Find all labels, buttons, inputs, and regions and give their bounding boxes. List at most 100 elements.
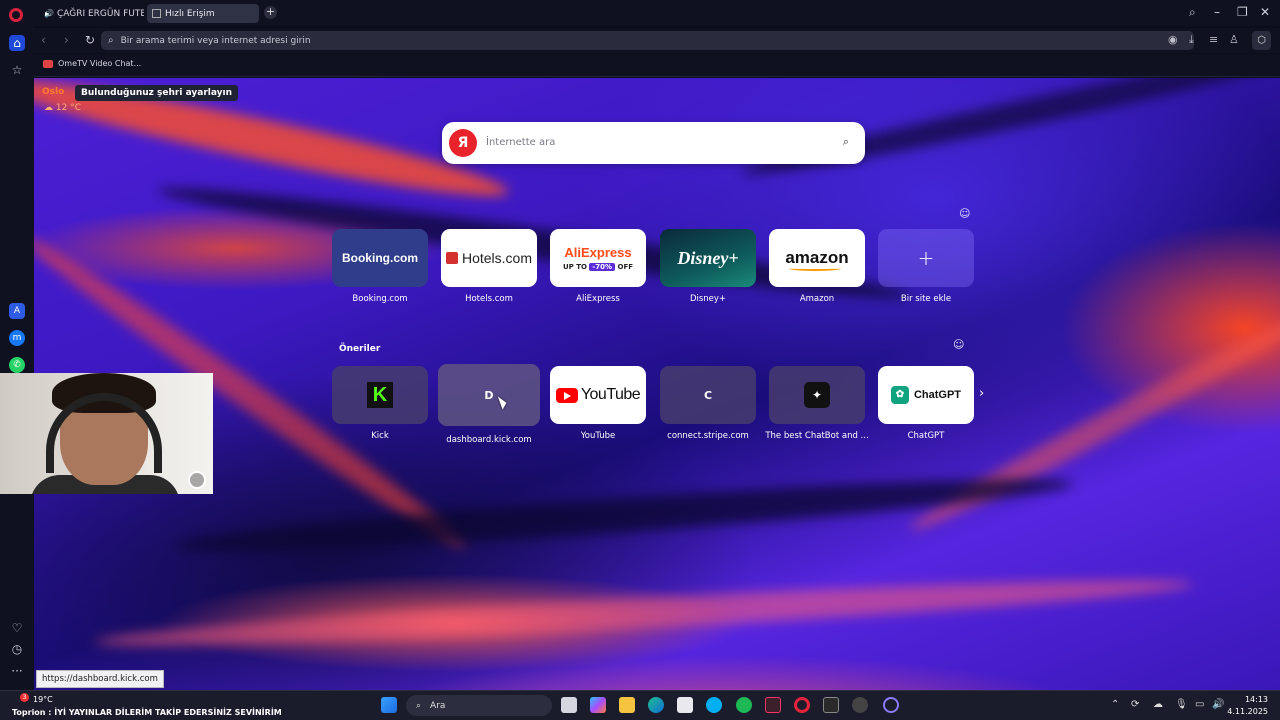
taskbar: 3 19°C Toprion : İYİ YAYINLAR DİLERİM TA… (0, 690, 1280, 720)
reload-icon[interactable]: ↻ (85, 33, 95, 47)
account-icon[interactable]: ♙ (1229, 33, 1239, 46)
store-icon[interactable] (677, 697, 693, 713)
status-url: https://dashboard.kick.com (36, 670, 164, 688)
search-box[interactable]: Я İnternette ara ⌕ (442, 122, 865, 164)
taskbar-weather[interactable]: 19°C (33, 695, 53, 704)
opera-taskbar-icon[interactable] (794, 697, 810, 713)
speed-dial-disney[interactable]: Disney+ (660, 229, 756, 287)
grid-icon (152, 9, 161, 18)
promo-right: OFF (617, 263, 634, 271)
extensions-icon[interactable]: ⬡ (1252, 31, 1271, 50)
camera-icon[interactable]: ◉ (1168, 33, 1178, 46)
smiley-icon[interactable]: ☺ (959, 207, 970, 220)
letter-d-icon: D (484, 388, 494, 402)
suggestion-chatbot[interactable]: ✦ (769, 366, 865, 424)
speed-dial-amazon[interactable]: amazon (769, 229, 865, 287)
hotels-logo-text: Hotels.com (461, 250, 533, 266)
speed-dial-aliexpress[interactable]: AliExpress UP TO -70% OFF (550, 229, 646, 287)
windows-start-icon[interactable] (381, 697, 397, 713)
cortana-icon[interactable] (883, 697, 899, 713)
tab-speed-dial[interactable]: Hızlı Erişim (147, 4, 259, 23)
new-tab-button[interactable]: + (264, 6, 277, 19)
address-placeholder: Bir arama terimi veya internet adresi gi… (120, 35, 311, 46)
messenger-icon[interactable]: m (9, 330, 25, 346)
suggestion-label: The best ChatBot and ... (765, 431, 869, 441)
download-icon[interactable]: ⤓ (1189, 33, 1194, 47)
suggestion-stripe[interactable]: C (660, 366, 756, 424)
home-icon[interactable]: ⌂ (9, 35, 25, 51)
chatbot-icon: ✦ (804, 382, 830, 408)
address-input[interactable]: ⌕ Bir arama terimi veya internet adresi … (101, 31, 1194, 50)
chevron-right-icon[interactable]: › (979, 386, 984, 401)
speed-dial-label: Disney+ (689, 294, 727, 304)
whatsapp-icon[interactable]: ✆ (9, 357, 25, 373)
taskbar-search[interactable]: ⌕ Ara (406, 695, 552, 716)
edge-icon[interactable] (648, 697, 664, 713)
terminal-icon[interactable] (823, 697, 839, 713)
search-tabs-icon[interactable]: ⌕ (1189, 5, 1196, 20)
heart-icon[interactable]: ♡ (9, 620, 25, 636)
file-explorer-icon[interactable] (619, 697, 635, 713)
history-icon[interactable]: ◷ (9, 641, 25, 657)
task-view-icon[interactable] (561, 697, 577, 713)
address-bar: ‹ › ↻ ⌕ Bir arama terimi veya internet a… (34, 28, 1280, 53)
back-icon[interactable]: ‹ (41, 33, 46, 47)
speed-dial-label: AliExpress (576, 294, 620, 304)
openai-icon: ✿ (890, 386, 909, 404)
obs-icon[interactable] (852, 697, 868, 713)
chatgpt-logo-text: ChatGPT (913, 389, 962, 401)
forward-icon[interactable]: › (64, 33, 69, 47)
menu-icon[interactable]: ≡ (1209, 33, 1218, 46)
speed-dial-hotels[interactable]: Hotels.com (441, 229, 537, 287)
search-icon[interactable]: ⌕ (843, 135, 849, 149)
speed-dial-label: Booking.com (352, 294, 408, 304)
tab-label: Hızlı Erişim (165, 8, 215, 19)
speed-dial-booking[interactable]: Booking.com (332, 229, 428, 287)
youtube-play-icon (555, 387, 578, 403)
webcam-button[interactable] (188, 471, 206, 489)
minimize-icon[interactable]: – (1214, 5, 1220, 19)
close-icon[interactable]: ✕ (1260, 5, 1270, 19)
weather-city[interactable]: Oslo (42, 87, 64, 97)
suggestion-label: YouTube (580, 431, 616, 441)
notification-badge: 3 (20, 693, 29, 702)
capcut-icon[interactable] (765, 697, 781, 713)
clock[interactable]: 14:13 4.11.2025 (1227, 694, 1268, 718)
skype-icon[interactable] (706, 697, 722, 713)
yandex-icon: Я (449, 129, 477, 157)
volume-icon[interactable]: 🔊 (1212, 699, 1224, 710)
suggestion-kick[interactable]: K (332, 366, 428, 424)
clock-date: 4.11.2025 (1227, 707, 1268, 716)
copilot-icon[interactable] (590, 697, 606, 713)
tab-bar: 🔊 ÇAĞRI ERGÜN FUTBOL Hızlı Erişim + ⌕ – … (0, 0, 1280, 26)
smiley-icon[interactable]: ☺ (953, 338, 964, 351)
clock-time: 14:13 (1244, 695, 1268, 704)
hotels-logo: Hotels.com (445, 250, 533, 266)
suggestion-youtube[interactable]: YouTube (550, 366, 646, 424)
more-icon[interactable]: ··· (9, 663, 25, 679)
chatgpt-logo: ✿ ChatGPT (890, 386, 962, 404)
sidebar: ⌂ ☆ A m ✆ ♡ ◷ ··· (0, 26, 34, 690)
search-icon: ⌕ (108, 35, 114, 46)
star-icon[interactable]: ☆ (9, 62, 25, 78)
microphone-icon[interactable]: 🎙 (1175, 699, 1188, 710)
tab-youtube[interactable]: 🔊 ÇAĞRI ERGÜN FUTBOL (36, 4, 144, 23)
ometv-favicon-icon (43, 59, 53, 68)
suggestion-dashboard-kick[interactable]: D (438, 364, 540, 426)
promo-discount: -70% (589, 263, 616, 271)
youtube-logo-text: YouTube (580, 386, 641, 403)
opera-logo-icon[interactable] (9, 8, 23, 22)
plus-icon: + (917, 246, 935, 270)
spotify-icon[interactable] (736, 697, 752, 713)
suggestion-label: Kick (371, 431, 389, 441)
aria-icon[interactable]: A (9, 303, 25, 319)
bookmark-ometv[interactable]: OmeTV Video Chat... (43, 59, 141, 68)
tray-chevron-icon[interactable]: ⌃ (1111, 699, 1119, 710)
sync-icon[interactable]: ⟳ (1131, 699, 1139, 710)
network-icon[interactable]: ▭ (1195, 699, 1204, 710)
suggestion-chatgpt[interactable]: ✿ ChatGPT (878, 366, 974, 424)
maximize-icon[interactable]: ❐ (1237, 5, 1248, 19)
add-site-button[interactable]: + (878, 229, 974, 287)
weather-temp-value: 12 °C (55, 103, 81, 113)
cloud-off-icon[interactable]: ☁ (1153, 699, 1163, 710)
